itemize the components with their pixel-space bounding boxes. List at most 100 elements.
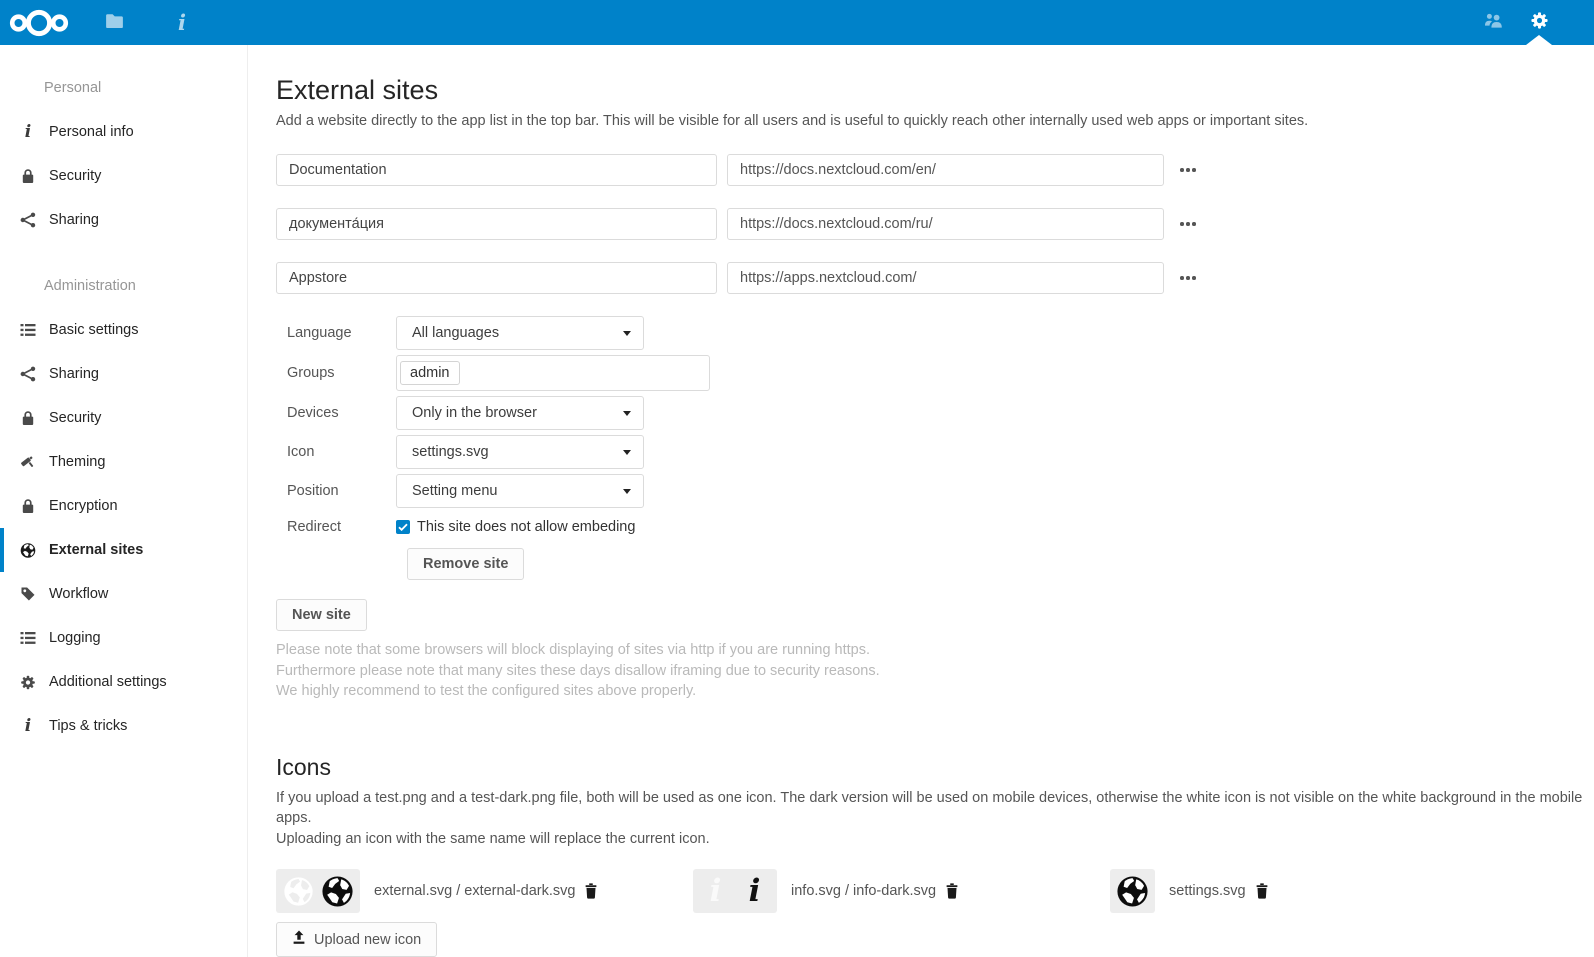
sidebar-item-security-personal[interactable]: Security <box>0 154 247 198</box>
icons-section-description: If you upload a test.png and a test-dark… <box>276 788 1584 850</box>
lock-icon <box>20 168 36 184</box>
gear-icon <box>20 674 36 690</box>
share-icon <box>20 212 36 228</box>
site-row <box>276 154 1584 186</box>
language-select[interactable]: All languages <box>396 316 644 350</box>
sidebar-item-basic-settings[interactable]: Basic settings <box>0 308 247 352</box>
site-name-input[interactable] <box>276 208 717 240</box>
devices-select[interactable]: Only in the browser <box>396 396 644 430</box>
sidebar-item-logging[interactable]: Logging <box>0 616 247 660</box>
sidebar-item-personal-info[interactable]: i Personal info <box>0 110 247 154</box>
upload-icon <box>292 930 306 949</box>
site-url-input[interactable] <box>727 208 1164 240</box>
tag-icon <box>20 586 36 602</box>
sidebar-item-encryption[interactable]: Encryption <box>0 484 247 528</box>
sidebar-section-personal: Personal i Personal info Security <box>0 66 247 242</box>
nextcloud-logo[interactable] <box>8 7 70 39</box>
more-options-icon[interactable] <box>1176 218 1200 230</box>
more-options-icon[interactable] <box>1176 272 1200 284</box>
delete-icon-button[interactable] <box>584 883 598 899</box>
icons-section-title: Icons <box>276 754 1584 781</box>
note-line: Please note that some browsers will bloc… <box>276 640 1584 661</box>
icon-item-settings: settings.svg <box>1110 869 1269 913</box>
icon-preview-box <box>276 869 360 913</box>
language-label: Language <box>276 325 396 341</box>
note-line: We highly recommend to test the configur… <box>276 681 1584 702</box>
icon-filename: external.svg / external-dark.svg <box>374 883 575 899</box>
devices-label: Devices <box>276 405 396 421</box>
sidebar-section-administration: Administration Basic settings S <box>0 264 247 748</box>
group-chip[interactable]: admin <box>400 361 460 385</box>
section-header-personal: Personal <box>0 66 247 110</box>
site-row <box>276 208 1584 240</box>
uploaded-icons-list: external.svg / external-dark.svg i i inf… <box>276 869 1584 913</box>
icon-label: Icon <box>276 444 396 460</box>
sidebar-item-additional-settings[interactable]: Additional settings <box>0 660 247 704</box>
new-site-button[interactable]: New site <box>276 599 367 631</box>
chevron-down-icon <box>623 489 631 494</box>
icon-select[interactable]: settings.svg <box>396 435 644 469</box>
lock-icon <box>20 410 36 426</box>
icon-preview-box: i i <box>693 869 777 913</box>
info-icon: i <box>20 124 36 140</box>
info-icon: i <box>178 12 186 33</box>
external-site-app-button[interactable]: i <box>160 0 204 45</box>
chevron-down-icon <box>623 411 631 416</box>
redirect-checkbox-label[interactable]: This site does not allow embeding <box>417 519 635 535</box>
sidebar-item-external-sites[interactable]: External sites <box>0 528 247 572</box>
gear-icon <box>1530 11 1549 34</box>
icon-item-info: i i info.svg / info-dark.svg <box>693 869 1110 913</box>
paint-roller-icon <box>20 454 36 470</box>
chevron-down-icon <box>623 331 631 336</box>
redirect-label: Redirect <box>276 519 396 535</box>
list-icon <box>20 630 36 646</box>
position-select[interactable]: Setting menu <box>396 474 644 508</box>
info-light-icon: i <box>699 875 732 908</box>
page-description: Add a website directly to the app list i… <box>276 113 1584 129</box>
groups-input[interactable]: admin <box>396 355 710 391</box>
lock-icon <box>20 498 36 514</box>
folder-icon <box>105 13 124 33</box>
globe-dark-icon <box>321 875 354 908</box>
active-menu-caret <box>1526 35 1552 45</box>
list-icon <box>20 322 36 338</box>
chevron-down-icon <box>623 450 631 455</box>
globe-light-icon <box>282 875 315 908</box>
site-details-panel: Language All languages Groups admin Devi… <box>276 316 1584 581</box>
globe-icon <box>20 542 36 558</box>
sidebar-item-theming[interactable]: Theming <box>0 440 247 484</box>
sidebar-item-sharing-admin[interactable]: Sharing <box>0 352 247 396</box>
topbar: i <box>0 0 1594 45</box>
external-sites-settings-panel: External sites Add a website directly to… <box>248 45 1594 957</box>
delete-icon-button[interactable] <box>945 883 959 899</box>
site-row <box>276 262 1584 294</box>
site-url-input[interactable] <box>727 154 1164 186</box>
remove-site-button[interactable]: Remove site <box>407 548 524 580</box>
site-name-input[interactable] <box>276 154 717 186</box>
site-url-input[interactable] <box>727 262 1164 294</box>
icon-filename: settings.svg <box>1169 883 1246 899</box>
section-header-administration: Administration <box>0 264 247 308</box>
settings-sidebar: Personal i Personal info Security <box>0 45 248 957</box>
share-icon <box>20 366 36 382</box>
position-label: Position <box>276 483 396 499</box>
site-name-input[interactable] <box>276 262 717 294</box>
icon-preview-box <box>1110 869 1155 913</box>
contacts-icon <box>1483 13 1504 33</box>
sidebar-item-sharing-personal[interactable]: Sharing <box>0 198 247 242</box>
icons-section: Icons If you upload a test.png and a tes… <box>276 754 1584 957</box>
icon-item-external: external.svg / external-dark.svg <box>276 869 693 913</box>
upload-new-icon-button[interactable]: Upload new icon <box>276 922 437 957</box>
more-options-icon[interactable] <box>1176 164 1200 176</box>
sidebar-item-security-admin[interactable]: Security <box>0 396 247 440</box>
info-dark-icon: i <box>738 875 771 908</box>
contacts-menu-button[interactable] <box>1478 0 1508 45</box>
notes: Please note that some browsers will bloc… <box>276 640 1584 702</box>
redirect-checkbox[interactable] <box>396 520 410 534</box>
sidebar-item-tips-tricks[interactable]: i Tips & tricks <box>0 704 247 748</box>
sidebar-item-workflow[interactable]: Workflow <box>0 572 247 616</box>
delete-icon-button[interactable] <box>1255 883 1269 899</box>
files-app-button[interactable] <box>92 0 136 45</box>
icon-filename: info.svg / info-dark.svg <box>791 883 936 899</box>
settings-menu-button[interactable] <box>1524 0 1554 45</box>
